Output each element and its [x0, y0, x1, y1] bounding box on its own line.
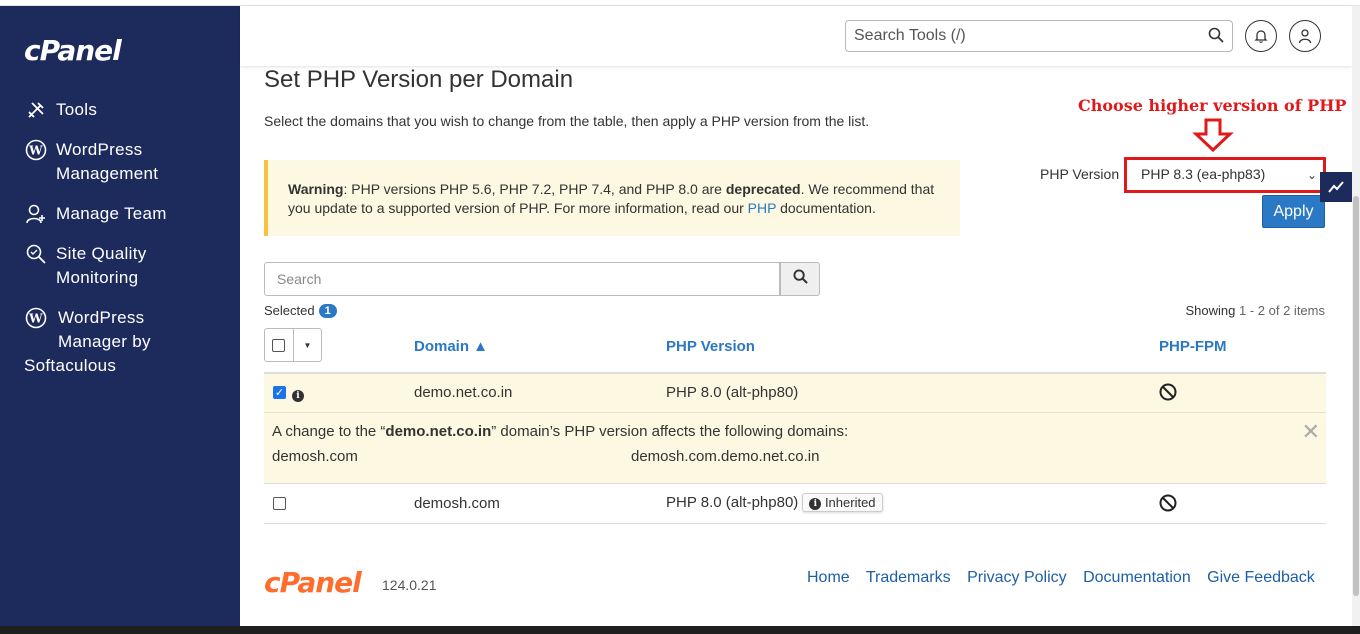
sidebar-item-wordpress-manager-softaculous[interactable]: W WordPress Manager by Softaculous	[24, 306, 224, 378]
sidebar-item-manage-team[interactable]: Manage Team	[24, 202, 224, 226]
warning-label: Warning	[288, 181, 344, 197]
main-content: Set PHP Version per Domain Select the do…	[240, 66, 1352, 626]
search-quality-icon	[24, 242, 48, 266]
footer-link-give-feedback[interactable]: Give Feedback	[1207, 569, 1315, 586]
table-header: ▼ Domain ▲ PHP Version PHP-FPM	[264, 328, 1326, 373]
domain-search-placeholder: Search	[277, 271, 322, 287]
php-version-cell: PHP 8.0 (alt-php80) i Inherited	[666, 493, 883, 512]
domain-search-input[interactable]: Search	[264, 262, 780, 296]
footer-link-trademarks[interactable]: Trademarks	[866, 569, 951, 586]
php-version-cell: PHP 8.0 (alt-php80)	[666, 384, 799, 401]
cpanel-logo[interactable]: cPanel	[24, 34, 122, 67]
info-icon: i	[809, 497, 822, 510]
user-account-icon[interactable]	[1289, 20, 1321, 52]
affected-domain: demosh.com	[272, 448, 358, 465]
svg-text:W: W	[28, 144, 43, 158]
column-domain[interactable]: Domain ▲	[414, 338, 488, 355]
column-php-version[interactable]: PHP Version	[666, 338, 755, 355]
domain-cell: demosh.com	[414, 495, 500, 512]
domain-search-button[interactable]	[780, 262, 820, 296]
search-tools-placeholder: Search Tools (/)	[854, 27, 966, 44]
page-scrollbar[interactable]	[1352, 6, 1360, 626]
select-all-checkbox[interactable]	[265, 329, 293, 361]
sidebar-item-label: Monitoring	[56, 268, 139, 287]
svg-text:W: W	[28, 312, 43, 326]
search-icon	[792, 269, 808, 289]
sidebar-item-label: Manage Team	[56, 204, 167, 223]
footer-link-documentation[interactable]: Documentation	[1083, 569, 1191, 586]
notifications-bell-icon[interactable]	[1245, 20, 1277, 52]
cpanel-version: 124.0.21	[382, 577, 437, 593]
annotation-arrow-icon	[1192, 118, 1234, 157]
row-checkbox[interactable]	[273, 497, 286, 510]
affected-domain: demosh.com.demo.net.co.in	[631, 448, 820, 465]
search-tools-input[interactable]: Search Tools (/)	[845, 20, 1233, 52]
info-icon[interactable]: i	[292, 387, 304, 404]
column-php-fpm[interactable]: PHP-FPM	[1159, 338, 1227, 355]
selected-count-badge: 1	[318, 303, 337, 318]
sidebar-item-label: Manager by	[58, 332, 151, 351]
close-icon[interactable]: ✕	[1302, 419, 1320, 445]
row-checkbox[interactable]: ✓	[273, 386, 286, 399]
os-taskbar	[0, 626, 1360, 634]
page-title: Set PHP Version per Domain	[264, 66, 574, 93]
sidebar-item-label: Site Quality	[56, 244, 147, 263]
apply-button[interactable]: Apply	[1262, 195, 1325, 228]
sidebar-item-label: WordPress	[56, 140, 143, 159]
select-options-dropdown[interactable]: ▼	[292, 329, 321, 361]
sidebar-item-wordpress-management[interactable]: W WordPress Management	[24, 138, 224, 186]
top-bar: Search Tools (/)	[240, 6, 1352, 66]
no-fpm-icon	[1159, 494, 1177, 516]
caret-down-icon: ▼	[303, 340, 312, 350]
footer-links: Home Trademarks Privacy Policy Documenta…	[807, 569, 1315, 587]
php-version-label: PHP Version	[1040, 166, 1120, 182]
selected-count: Selected 1	[264, 303, 337, 318]
sidebar-item-label: Softaculous	[24, 356, 117, 375]
footer-cpanel-logo: cPanel	[264, 566, 362, 599]
php-version-select[interactable]: PHP 8.3 (ea-php83) ⌄	[1124, 157, 1326, 193]
tools-icon	[24, 98, 48, 122]
user-plus-icon	[24, 202, 48, 226]
affected-domains-panel: A change to the “demo.net.co.in” domain’…	[264, 412, 1326, 484]
sidebar-item-label: Management	[56, 164, 159, 183]
affected-domains-message: A change to the “demo.net.co.in” domain’…	[272, 423, 849, 440]
php-docs-link[interactable]: PHP	[748, 200, 777, 216]
sidebar-item-label: WordPress	[58, 308, 145, 327]
no-fpm-icon	[1159, 383, 1177, 405]
footer-link-home[interactable]: Home	[807, 569, 850, 586]
sidebar-nav: Tools W WordPress Management Manage Team…	[24, 98, 224, 394]
sidebar: cPanel Tools W WordPress Management Mana…	[0, 6, 240, 626]
footer-link-privacy-policy[interactable]: Privacy Policy	[967, 569, 1067, 586]
wordpress-icon: W	[24, 138, 48, 162]
annotation-text: Choose higher version of PHP	[1078, 96, 1347, 115]
select-all-group: ▼	[264, 328, 322, 362]
sidebar-item-label: Tools	[56, 100, 98, 119]
trend-chart-icon[interactable]	[1320, 172, 1352, 202]
deprecation-warning: Warning: PHP versions PHP 5.6, PHP 7.2, …	[264, 160, 960, 236]
search-icon[interactable]	[1208, 27, 1224, 48]
sidebar-item-site-quality-monitoring[interactable]: Site Quality Monitoring	[24, 242, 224, 290]
table-row[interactable]: ✓ i demo.net.co.in PHP 8.0 (alt-php80)	[264, 373, 1326, 412]
page-description: Select the domains that you wish to chan…	[264, 113, 870, 129]
inherited-badge: i Inherited	[802, 493, 883, 512]
scrollbar-thumb[interactable]	[1353, 196, 1359, 596]
php-version-selected: PHP 8.3 (ea-php83)	[1141, 166, 1266, 182]
domain-cell: demo.net.co.in	[414, 384, 513, 401]
sidebar-item-tools[interactable]: Tools	[24, 98, 224, 122]
chevron-down-icon: ⌄	[1306, 168, 1317, 182]
wordpress-icon: W	[24, 306, 48, 330]
table-row[interactable]: demosh.com PHP 8.0 (alt-php80) i Inherite…	[264, 484, 1326, 524]
showing-items: Showing 1 - 2 of 2 items	[1185, 303, 1325, 318]
